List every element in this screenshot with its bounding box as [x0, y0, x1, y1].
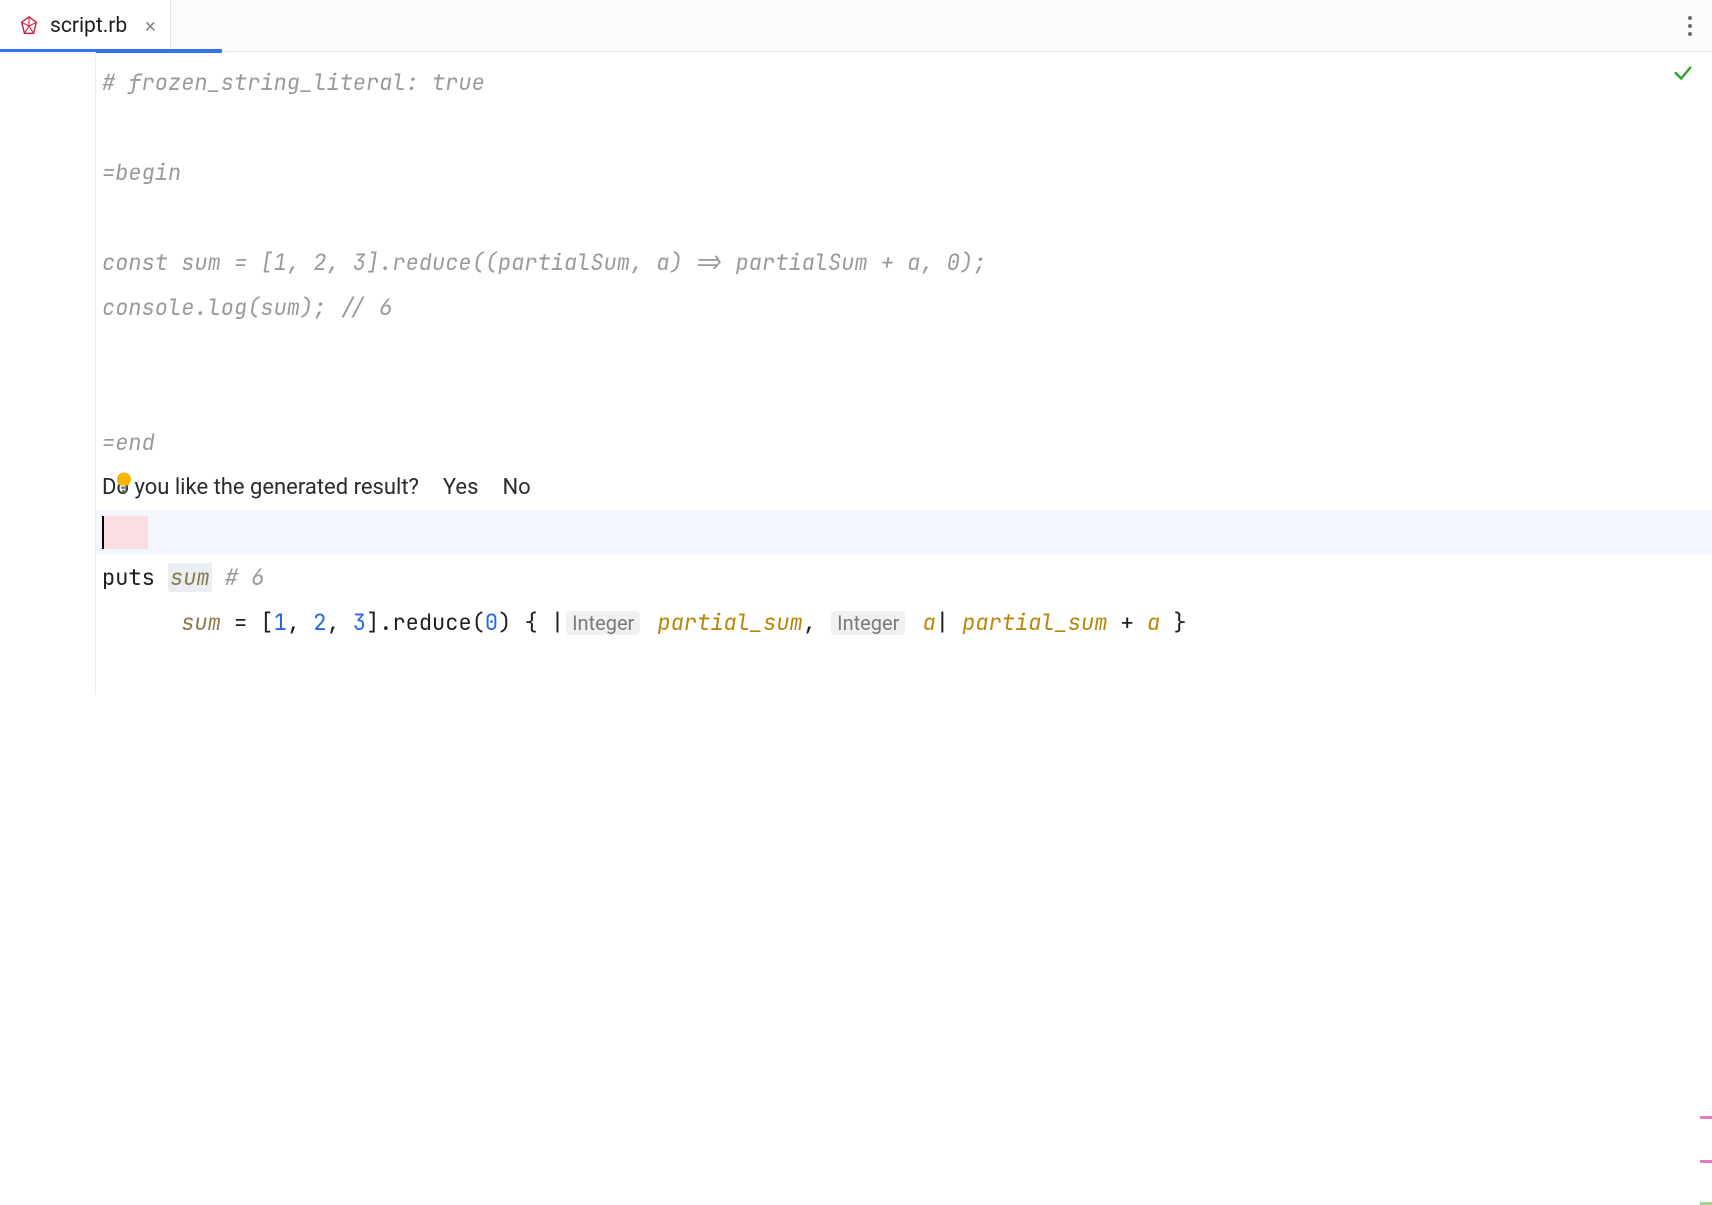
feedback-no-button[interactable]: No	[502, 465, 530, 510]
code-line-generated[interactable]: sum = [1, 2, 3].reduce(0) { |Integer par…	[96, 510, 1712, 555]
code-line[interactable]: const sum = [1, 2, 3].reduce((partialSum…	[96, 240, 1712, 285]
tab-filename: script.rb	[50, 14, 127, 38]
tab-bar: script.rb ×	[0, 0, 1712, 52]
code-line[interactable]	[96, 195, 1712, 240]
type-hint: Integer	[831, 611, 905, 635]
code-line[interactable]	[96, 330, 1712, 375]
close-tab-icon[interactable]: ×	[145, 16, 156, 36]
intention-bulb-icon[interactable]	[114, 465, 134, 510]
code-line[interactable]	[96, 105, 1712, 150]
type-hint: Integer	[566, 611, 640, 635]
file-tab[interactable]: script.rb ×	[0, 0, 171, 52]
code-line[interactable]: # frozen_string_literal: true	[96, 60, 1712, 105]
code-editor[interactable]: # frozen_string_literal: true =begin con…	[96, 52, 1712, 694]
code-line[interactable]: puts sum # 6	[96, 555, 1712, 600]
code-line[interactable]	[96, 375, 1712, 420]
editor-area: # frozen_string_literal: true =begin con…	[0, 52, 1712, 694]
code-line[interactable]: =end	[96, 420, 1712, 465]
error-stripe-mark[interactable]	[1700, 1116, 1712, 1119]
tab-overflow-menu-button[interactable]	[1682, 10, 1698, 42]
editor-gutter[interactable]	[0, 52, 96, 694]
code-line[interactable]: console.log(sum); // 6	[96, 285, 1712, 330]
caret	[102, 510, 148, 555]
code-line[interactable]: =begin	[96, 150, 1712, 195]
ai-feedback-prompt: Do you like the generated result? Yes No	[96, 465, 1712, 510]
variable: sum	[181, 608, 221, 637]
feedback-question: Do you like the generated result?	[102, 465, 419, 510]
ruby-file-icon	[18, 15, 40, 37]
feedback-yes-button[interactable]: Yes	[443, 465, 479, 510]
error-stripe-mark[interactable]	[1700, 1160, 1712, 1163]
